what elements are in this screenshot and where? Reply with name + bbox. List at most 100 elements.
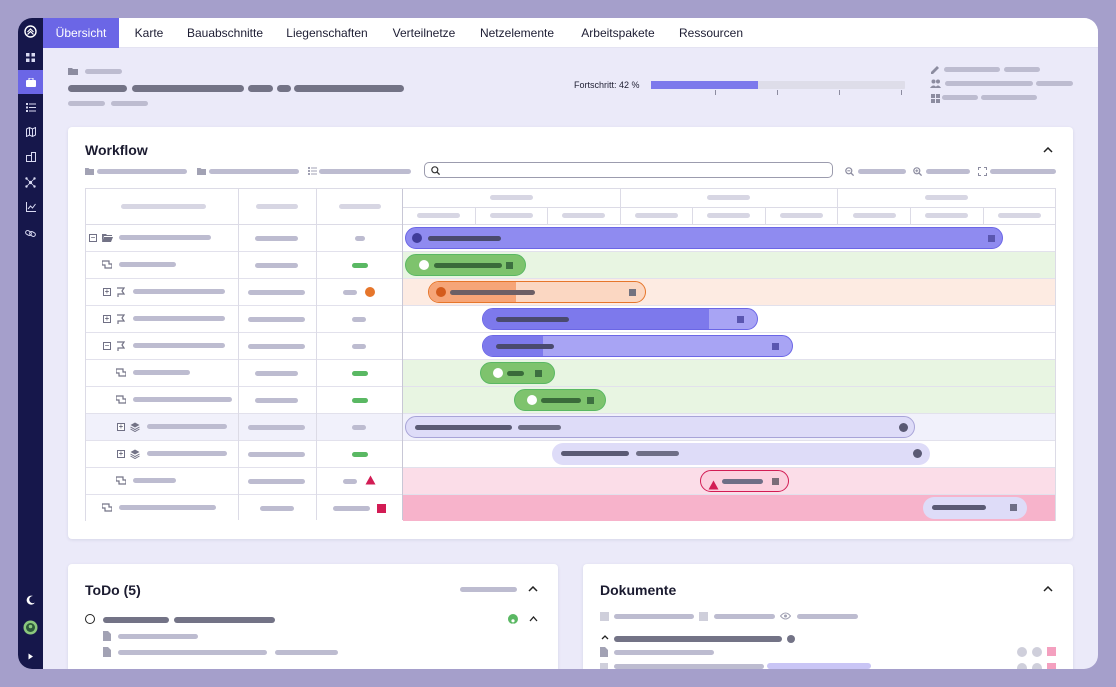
gantt-bar[interactable]: [923, 497, 1027, 519]
collapse-chevron-icon[interactable]: [526, 612, 540, 626]
gantt-bar[interactable]: [700, 470, 789, 492]
zoom-in-label[interactable]: [926, 169, 970, 174]
gantt-bar[interactable]: [428, 281, 646, 303]
meta-text: [981, 95, 1037, 100]
chart-icon[interactable]: [18, 196, 43, 218]
expand-toggle[interactable]: +: [103, 288, 111, 296]
toolbar-action[interactable]: [209, 169, 299, 174]
row-status: [343, 290, 357, 295]
gantt-bar[interactable]: [482, 308, 758, 330]
todo-checkbox[interactable]: [85, 614, 95, 624]
gantt-bar[interactable]: [552, 443, 930, 465]
toolbar-action[interactable]: [97, 169, 187, 174]
gantt-bar[interactable]: [482, 335, 793, 357]
todo-item-title: [174, 617, 275, 623]
tab-verteilnetze[interactable]: Verteilnetze: [386, 18, 462, 48]
zoom-out-icon[interactable]: [845, 167, 854, 176]
column-header[interactable]: [256, 204, 298, 209]
add-folder-icon[interactable]: [85, 167, 94, 175]
workpackage-icon: [116, 476, 126, 485]
project-title-part: [277, 85, 291, 92]
fullscreen-label[interactable]: [990, 169, 1056, 174]
table-row[interactable]: [86, 360, 1055, 387]
row-date: [248, 344, 305, 349]
collapse-toggle[interactable]: −: [89, 234, 97, 242]
timeline-subperiod: [998, 213, 1041, 218]
row-name: [119, 505, 216, 510]
tab-uebersicht[interactable]: Übersicht: [43, 18, 119, 48]
buildings-icon[interactable]: [18, 146, 43, 168]
search-icon: [431, 166, 440, 175]
dokumente-title: Dokumente: [600, 582, 677, 598]
timeline-subperiod: [490, 213, 533, 218]
link-icon[interactable]: [18, 222, 43, 244]
progress-fill: [651, 81, 758, 89]
gantt-header: [86, 189, 1055, 225]
folder-icon[interactable]: [197, 167, 206, 175]
tab-arbeitspakete[interactable]: Arbeitspakete: [576, 18, 660, 48]
expand-toggle[interactable]: +: [103, 315, 111, 323]
tab-ressourcen[interactable]: Ressourcen: [675, 18, 747, 48]
doc-item: [614, 650, 714, 655]
expand-toggle[interactable]: +: [117, 423, 125, 431]
moon-icon[interactable]: [18, 589, 43, 611]
collapse-chevron-icon[interactable]: [1041, 143, 1055, 157]
doc-filter[interactable]: [714, 614, 775, 619]
doc-filter[interactable]: [797, 614, 858, 619]
column-header[interactable]: [121, 204, 206, 209]
table-row[interactable]: [86, 252, 1055, 279]
network-icon[interactable]: [18, 171, 43, 193]
collapse-toggle[interactable]: −: [103, 342, 111, 350]
search-input[interactable]: [424, 162, 833, 178]
row-date: [260, 506, 294, 511]
meta-text: [1004, 67, 1040, 72]
todo-subtask: [118, 650, 267, 655]
list-icon[interactable]: [308, 167, 317, 175]
tab-karte[interactable]: Karte: [129, 18, 169, 48]
collapse-chevron-icon[interactable]: [526, 582, 540, 596]
table-row[interactable]: [86, 468, 1055, 495]
table-row[interactable]: [86, 495, 1055, 522]
checkbox[interactable]: [699, 612, 708, 621]
doc-status-dot: [1032, 663, 1042, 669]
gantt-bar[interactable]: [514, 389, 606, 411]
zoom-out-label[interactable]: [858, 169, 906, 174]
timeline-subperiod: [417, 213, 460, 218]
zoom-in-icon[interactable]: [913, 167, 922, 176]
chevron-up-icon[interactable]: [598, 630, 612, 644]
row-date: [255, 398, 298, 403]
folder-open-icon: [102, 233, 113, 242]
row-status: [343, 479, 357, 484]
fullscreen-icon[interactable]: [978, 167, 987, 176]
gantt-bar[interactable]: [480, 362, 555, 384]
toolbar-action[interactable]: [319, 169, 411, 174]
avatar-icon[interactable]: [18, 616, 43, 638]
gantt-bar[interactable]: [405, 416, 915, 438]
gantt-bar[interactable]: [405, 227, 1003, 249]
tab-netzelemente[interactable]: Netzelemente: [477, 18, 557, 48]
column-header[interactable]: [339, 204, 381, 209]
expand-toggle[interactable]: +: [117, 450, 125, 458]
map-icon[interactable]: [18, 121, 43, 143]
flag-icon: [116, 287, 125, 297]
checkbox[interactable]: [600, 663, 608, 669]
grid-icon[interactable]: [18, 46, 43, 68]
row-status: [333, 506, 370, 511]
expand-icon[interactable]: [18, 645, 43, 667]
workflow-title: Workflow: [85, 142, 148, 158]
todo-filter[interactable]: [460, 587, 517, 592]
row-name: [119, 262, 176, 267]
briefcase-icon[interactable]: [18, 70, 43, 94]
meta-text: [944, 67, 1000, 72]
gantt-bar[interactable]: [405, 254, 526, 276]
tab-bauabschnitte[interactable]: Bauabschnitte: [183, 18, 267, 48]
timeline-subperiod: [707, 213, 750, 218]
select-all-checkbox[interactable]: [600, 612, 609, 621]
tab-liegenschaften[interactable]: Liegenschaften: [283, 18, 371, 48]
list-icon[interactable]: [18, 96, 43, 118]
collapse-chevron-icon[interactable]: [1041, 582, 1055, 596]
doc-filter[interactable]: [614, 614, 694, 619]
edit-icon[interactable]: [930, 65, 940, 75]
logo-icon[interactable]: [18, 18, 43, 44]
eye-icon[interactable]: [780, 612, 791, 620]
